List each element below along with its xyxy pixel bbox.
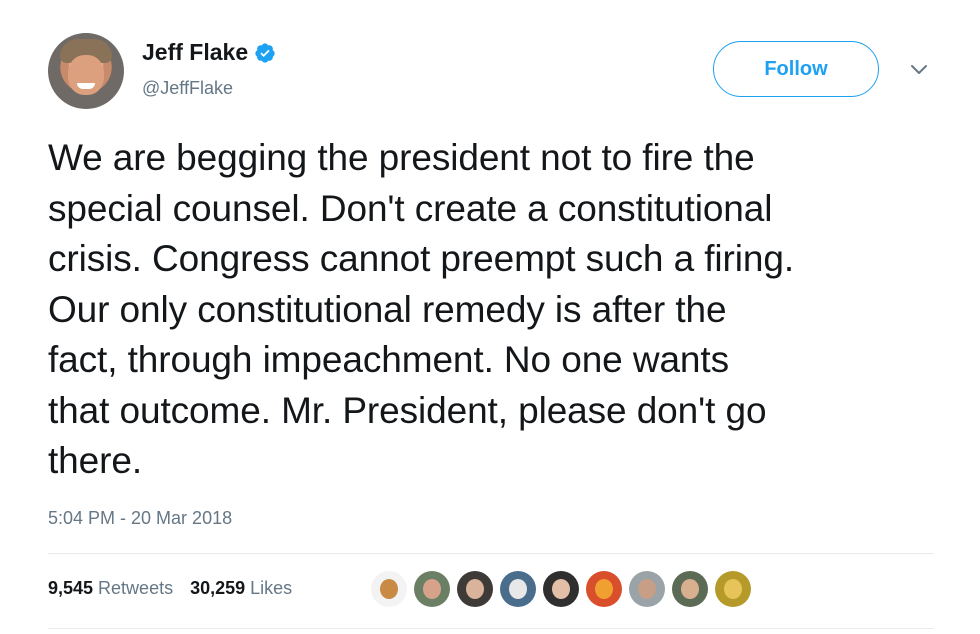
liker-avatar[interactable]	[500, 571, 536, 607]
retweets-count: 9,545	[48, 578, 94, 598]
author-display-name[interactable]: Jeff Flake	[142, 39, 248, 66]
liker-avatar[interactable]	[586, 571, 622, 607]
liker-avatar[interactable]	[457, 571, 493, 607]
tweet-text-line: there.	[48, 440, 143, 481]
likes-count: 30,259	[190, 578, 246, 598]
author-name-row[interactable]: Jeff Flake	[142, 39, 276, 66]
liker-avatars	[371, 571, 758, 607]
retweets-stat[interactable]: 9,545 Retweets	[48, 578, 173, 599]
divider	[48, 553, 934, 554]
liker-avatar[interactable]	[543, 571, 579, 607]
liker-avatar[interactable]	[371, 571, 407, 607]
tweet-card: Jeff Flake @JeffFlake Follow We are begg…	[0, 0, 980, 634]
verified-badge-icon	[255, 42, 275, 63]
likes-label: Likes	[250, 578, 293, 598]
tweet-stats: 9,545 Retweets 30,259 Likes	[48, 578, 309, 599]
liker-avatar[interactable]	[414, 571, 450, 607]
avatar[interactable]	[48, 33, 124, 109]
tweet-text-line: special counsel. Don't create a constitu…	[48, 187, 773, 229]
divider	[48, 628, 934, 629]
chevron-down-icon[interactable]	[908, 62, 930, 78]
tweet-text-line: that outcome. Mr. President, please don'…	[48, 389, 767, 431]
tweet-text-line: Our only constitutional remedy is after …	[48, 288, 727, 330]
likes-stat[interactable]: 30,259 Likes	[190, 578, 292, 599]
tweet-timestamp[interactable]: 5:04 PM - 20 Mar 2018	[48, 508, 232, 529]
tweet-text: We are begging the president not to fire…	[48, 133, 938, 487]
tweet-text-line: We are begging the president not to fire…	[48, 137, 755, 178]
follow-button[interactable]: Follow	[713, 41, 879, 97]
tweet-text-line: crisis. Congress cannot preempt such a f…	[48, 238, 795, 279]
liker-avatar[interactable]	[672, 571, 708, 607]
tweet-text-line: fact, through impeachment. No one wants	[48, 339, 729, 380]
author-handle[interactable]: @JeffFlake	[142, 78, 233, 99]
liker-avatar[interactable]	[629, 571, 665, 607]
retweets-label: Retweets	[98, 578, 174, 598]
liker-avatar[interactable]	[715, 571, 751, 607]
